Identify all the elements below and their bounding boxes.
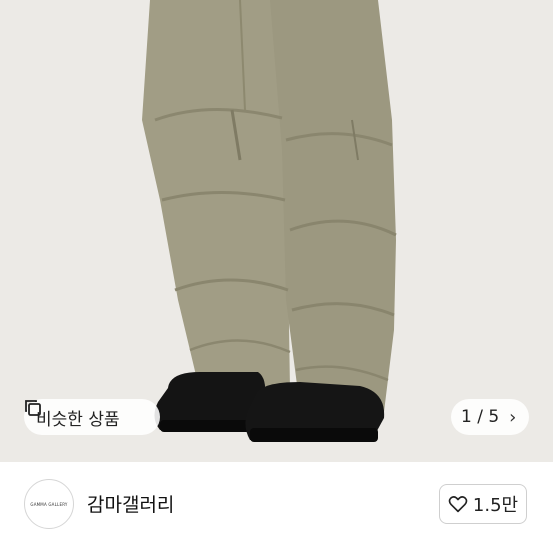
product-photo — [0, 0, 553, 462]
similar-products-label: 비슷한 상품 — [36, 409, 120, 430]
seller-name[interactable]: 감마갤러리 — [87, 490, 174, 517]
heart-outline-icon — [448, 496, 468, 513]
chevron-right-icon: › — [509, 406, 517, 428]
seller-avatar-text: GAMMA GALLERY — [30, 501, 68, 507]
like-button[interactable]: 1.5만 — [439, 484, 527, 524]
copy-icon — [25, 400, 41, 416]
seller-avatar[interactable]: GAMMA GALLERY — [24, 479, 74, 529]
image-counter-text: 1 / 5 — [461, 407, 500, 427]
similar-products-button[interactable]: 비슷한 상품 — [24, 399, 160, 435]
image-counter[interactable]: 1 / 5 › — [451, 399, 529, 435]
like-count: 1.5만 — [472, 495, 519, 516]
product-image[interactable]: 비슷한 상품 1 / 5 › — [0, 0, 553, 462]
